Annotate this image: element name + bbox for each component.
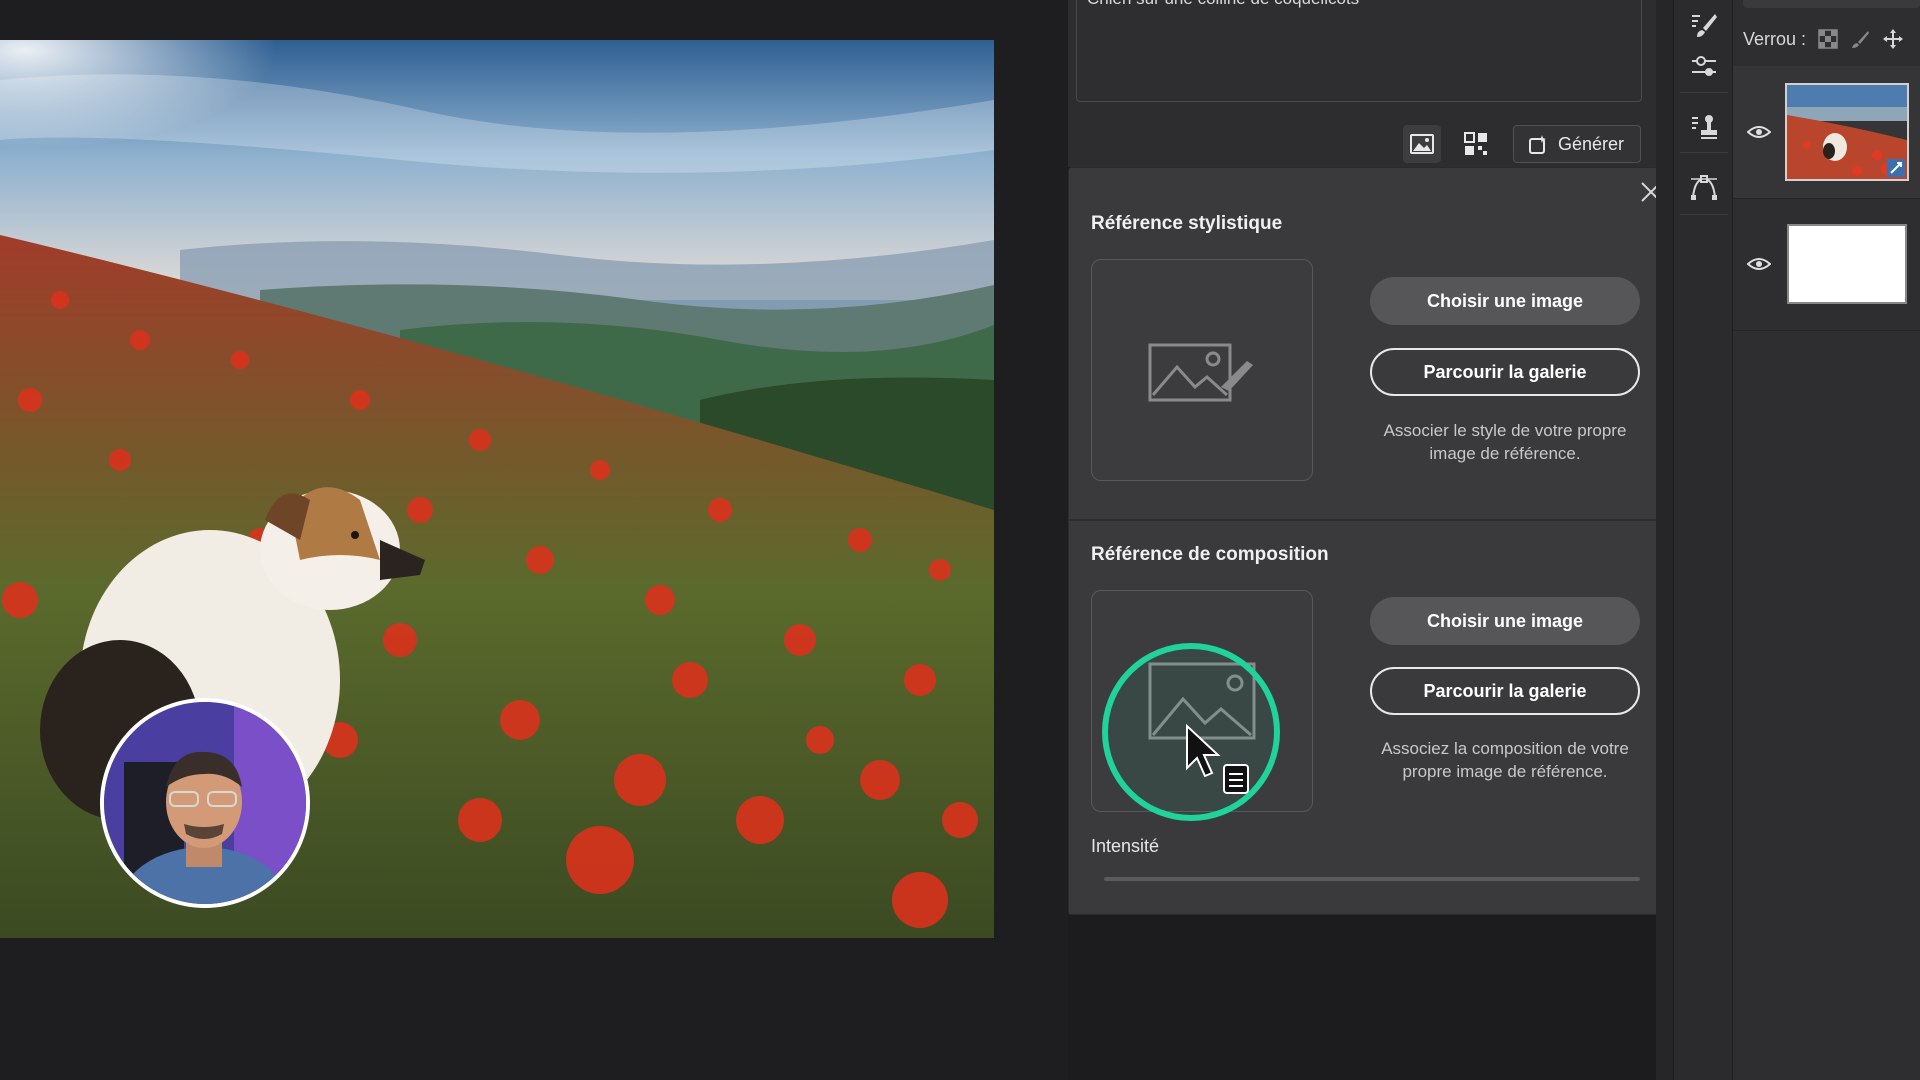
layer-thumbnail-background bbox=[1787, 224, 1907, 304]
composition-browse-gallery-button[interactable]: Parcourir la galerie bbox=[1370, 667, 1640, 715]
strip-separator bbox=[1680, 214, 1728, 215]
style-reference-title: Référence stylistique bbox=[1091, 213, 1283, 234]
layer-thumbnail-generated bbox=[1785, 83, 1909, 181]
lock-label: Verrou : bbox=[1743, 28, 1807, 49]
strip-separator bbox=[1680, 92, 1728, 93]
generate-button[interactable]: Générer bbox=[1513, 125, 1641, 163]
prompt-text: Chien sur une colline de coquelicots bbox=[1087, 0, 1359, 9]
lock-paint-icon[interactable] bbox=[1850, 29, 1870, 49]
generate-icon bbox=[1529, 135, 1546, 154]
adjustments-icon bbox=[1692, 56, 1716, 76]
stamp-icon bbox=[1692, 115, 1717, 139]
lock-transparency-icon[interactable] bbox=[1818, 29, 1838, 49]
style-browse-gallery-button[interactable]: Parcourir la galerie bbox=[1370, 348, 1640, 396]
variations-icon bbox=[1464, 132, 1487, 155]
style-reference-dropzone[interactable] bbox=[1091, 259, 1313, 481]
adjustments-button[interactable] bbox=[1687, 50, 1721, 84]
style-image-placeholder-icon bbox=[1148, 343, 1253, 402]
strip-separator bbox=[1680, 152, 1728, 153]
composition-reference-title: Référence de composition bbox=[1091, 544, 1329, 565]
tool-strip bbox=[1673, 0, 1733, 1080]
blend-mode-select[interactable]: Normal bbox=[1743, 0, 1920, 8]
intensity-label: Intensité bbox=[1091, 836, 1160, 856]
intensity-slider[interactable] bbox=[1104, 877, 1640, 881]
webcam-presenter-avatar bbox=[100, 698, 310, 908]
composition-choose-image-button[interactable]: Choisir une image bbox=[1370, 597, 1640, 645]
paths-button[interactable] bbox=[1687, 170, 1721, 204]
style-choose-image-button[interactable]: Choisir une image bbox=[1370, 277, 1640, 325]
layers-panel: Normal Verrou : bbox=[1733, 0, 1920, 1080]
style-reference-description: Associer le style de votre propre image … bbox=[1383, 421, 1627, 463]
layer-row-generated[interactable] bbox=[1733, 66, 1920, 199]
panel-gutter bbox=[1656, 0, 1673, 1080]
brush-icon bbox=[1692, 14, 1717, 37]
reference-image-button[interactable] bbox=[1403, 125, 1441, 163]
eye-icon[interactable] bbox=[1747, 256, 1771, 272]
generate-label: Générer bbox=[1558, 133, 1625, 154]
path-icon bbox=[1691, 175, 1717, 200]
variations-button[interactable] bbox=[1457, 125, 1495, 163]
clone-stamp-button[interactable] bbox=[1687, 110, 1721, 144]
section-divider bbox=[1069, 519, 1672, 521]
brush-preset-button[interactable] bbox=[1687, 8, 1721, 42]
lock-move-icon[interactable] bbox=[1882, 28, 1904, 50]
prompt-input[interactable]: Chien sur une colline de coquelicots bbox=[1076, 0, 1642, 102]
layer-row-background[interactable] bbox=[1733, 198, 1920, 331]
image-reference-icon bbox=[1410, 134, 1434, 154]
composition-reference-description: Associez la composition de votre propre … bbox=[1381, 739, 1629, 781]
click-highlight-ring bbox=[1102, 643, 1280, 821]
eye-icon[interactable] bbox=[1747, 124, 1771, 140]
lock-row: Verrou : bbox=[1743, 28, 1904, 50]
